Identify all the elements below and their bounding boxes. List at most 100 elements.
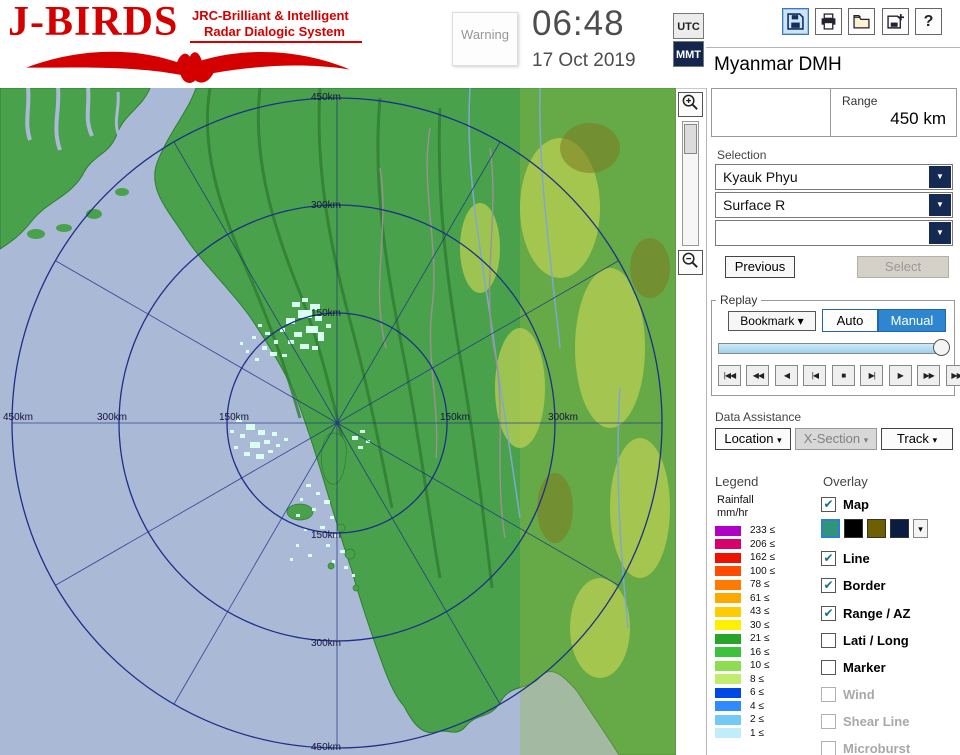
legend-swatch (715, 674, 741, 684)
range-label: 450km (311, 92, 341, 103)
legend-value: 6 ≤ (750, 687, 764, 698)
option-dropdown[interactable]: ▼ (715, 220, 953, 246)
fast-forward-button[interactable]: ▶▶ (917, 365, 940, 386)
map-color-swatch[interactable] (890, 519, 909, 538)
control-panel: Range 450 km Selection Kyauk Phyu ▼ Surf… (706, 88, 960, 755)
map-color-swatch[interactable] (844, 519, 863, 538)
range-box: Range 450 km (711, 88, 957, 137)
manual-mode-button[interactable]: Manual (878, 309, 946, 332)
eagle-logo-icon (12, 44, 364, 84)
legend-row: 8 ≤ (715, 673, 775, 687)
warning-button[interactable]: Warning (452, 12, 518, 66)
range-label: 300km (548, 412, 578, 423)
chevron-down-icon: ▾ (933, 435, 938, 445)
legend-unit-line1: Rainfall (717, 494, 754, 506)
playback-controls: |◀◀ ◀◀ ◀ |◀ ■ ▶| ▶ ▶▶ ▶▶| (718, 365, 960, 386)
legend-swatch (715, 539, 741, 549)
mmt-toggle-button[interactable]: MMT (673, 41, 704, 67)
logo-subtitle-2: Radar Dialogic System (204, 24, 345, 39)
location-button[interactable]: Location ▾ (715, 428, 791, 450)
location-button-label: Location (724, 431, 773, 446)
map-color-swatch[interactable] (821, 519, 840, 538)
auto-mode-button[interactable]: Auto (822, 309, 878, 332)
step-back-button[interactable]: |◀ (803, 365, 826, 386)
legend-value: 206 ≤ (750, 539, 775, 550)
line-checkbox[interactable]: ✔ (821, 551, 836, 566)
legend-value: 16 ≤ (750, 647, 769, 658)
overlay-row-shear-line: Shear Line (821, 714, 909, 729)
chevron-down-icon[interactable]: ▾ (913, 519, 928, 538)
legend-swatch (715, 593, 741, 603)
zoom-out-button[interactable] (678, 250, 703, 275)
magnifier-plus-icon (681, 93, 700, 112)
utc-toggle-button[interactable]: UTC (673, 13, 704, 39)
marker-checkbox[interactable] (821, 660, 836, 675)
legend-swatch (715, 661, 741, 671)
step-forward-button[interactable]: ▶| (860, 365, 883, 386)
previous-button[interactable]: Previous (725, 256, 795, 278)
legend-row: 206 ≤ (715, 538, 775, 552)
legend-value: 78 ≤ (750, 579, 769, 590)
chevron-down-icon[interactable]: ▼ (929, 194, 951, 216)
clock-time: 06:48 (532, 4, 625, 44)
skip-to-start-button[interactable]: |◀◀ (718, 365, 741, 386)
overlay-row-line: ✔ Line (821, 551, 870, 566)
legend-value: 1 ≤ (750, 728, 764, 739)
chevron-down-icon[interactable]: ▼ (929, 166, 951, 188)
range-label: 150km (311, 308, 341, 319)
legend-swatch (715, 647, 741, 657)
save-as-button[interactable] (882, 8, 909, 35)
stop-button[interactable]: ■ (832, 365, 855, 386)
xsection-button[interactable]: X-Section ▾ (795, 428, 877, 450)
data-assistance-label: Data Assistance (715, 410, 801, 424)
border-checkbox[interactable]: ✔ (821, 578, 836, 593)
select-button[interactable]: Select (857, 256, 949, 278)
play-backward-button[interactable]: ◀ (775, 365, 798, 386)
product-dropdown[interactable]: Surface R ▼ (715, 192, 953, 218)
legend-value: 162 ≤ (750, 552, 775, 563)
station-dropdown[interactable]: Kyauk Phyu ▼ (715, 164, 953, 190)
chevron-down-icon: ▾ (798, 314, 804, 328)
legend-swatch (715, 566, 741, 576)
range-divider (830, 89, 831, 136)
range-label: 300km (97, 412, 127, 423)
replay-group-label: Replay (716, 293, 761, 307)
open-file-button[interactable] (848, 8, 875, 35)
overlay-row-map: ✔ Map (821, 497, 869, 512)
legend-value: 30 ≤ (750, 620, 769, 631)
range-label: 300km (311, 638, 341, 649)
bookmark-button-label: Bookmark (740, 314, 794, 328)
save-button[interactable] (782, 8, 809, 35)
legend-swatch (715, 620, 741, 630)
zoom-in-button[interactable] (678, 92, 703, 117)
legend-row: 43 ≤ (715, 605, 775, 619)
replay-timeline-slider[interactable] (718, 343, 942, 354)
skip-to-end-button[interactable]: ▶▶| (946, 365, 960, 386)
overlay-label: Range / AZ (843, 606, 910, 621)
replay-slider-knob[interactable] (933, 339, 950, 356)
clock-date: 17 Oct 2019 (532, 50, 636, 72)
legend-value: 233 ≤ (750, 525, 775, 536)
zoom-slider-thumb[interactable] (684, 124, 697, 154)
range-label: 150km (440, 412, 470, 423)
chevron-down-icon[interactable]: ▼ (929, 222, 951, 244)
print-button[interactable] (815, 8, 842, 35)
radar-map[interactable]: 450km 300km 150km 150km 300km 450km 300k… (0, 88, 676, 755)
replay-group: Replay Bookmark ▾ Auto Manual |◀◀ ◀◀ ◀ |… (711, 300, 955, 396)
map-color-swatch[interactable] (867, 519, 886, 538)
map-checkbox[interactable]: ✔ (821, 497, 836, 512)
panel-header-divider (706, 47, 960, 48)
range-label: 150km (219, 412, 249, 423)
range-az-checkbox[interactable]: ✔ (821, 606, 836, 621)
question-mark-icon: ? (924, 13, 934, 30)
help-button[interactable]: ? (915, 8, 942, 35)
legend-value: 10 ≤ (750, 660, 769, 671)
bookmark-button[interactable]: Bookmark ▾ (728, 311, 816, 331)
legend-row: 6 ≤ (715, 686, 775, 700)
play-forward-button[interactable]: ▶ (889, 365, 912, 386)
track-button[interactable]: Track ▾ (881, 428, 953, 450)
fast-rewind-button[interactable]: ◀◀ (746, 365, 769, 386)
lati-long-checkbox[interactable] (821, 633, 836, 648)
legend-swatch (715, 607, 741, 617)
zoom-slider[interactable] (682, 121, 699, 246)
